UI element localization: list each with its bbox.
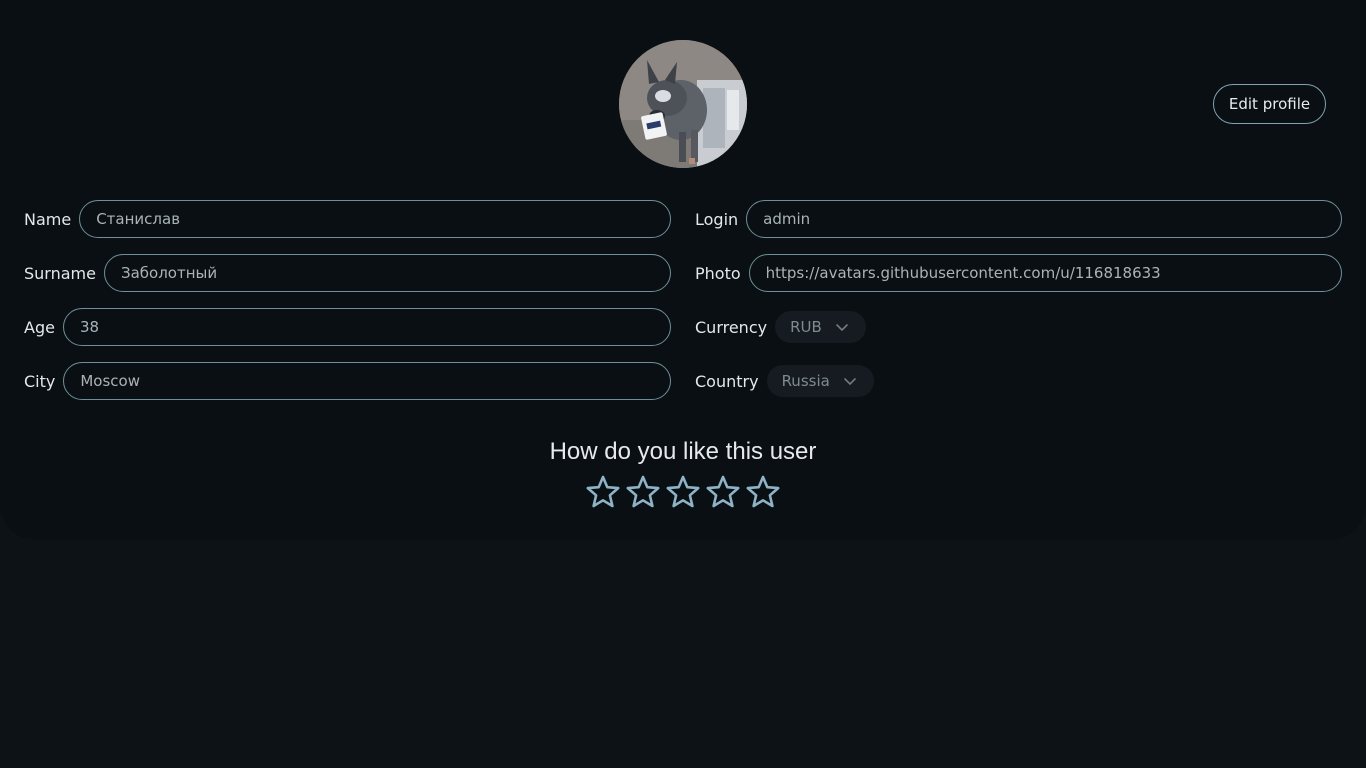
photo-label: Photo [695, 263, 741, 283]
city-row: City [24, 362, 671, 400]
name-input[interactable] [79, 200, 671, 238]
surname-label: Surname [24, 263, 96, 283]
country-value: Russia [781, 372, 830, 390]
star-1-icon[interactable] [583, 474, 623, 510]
country-row: Country Russia [695, 362, 874, 400]
surname-input[interactable] [103, 254, 671, 292]
login-label: Login [695, 209, 739, 229]
country-label: Country [695, 371, 759, 391]
country-select[interactable]: Russia [766, 365, 874, 397]
city-input[interactable] [63, 362, 671, 400]
name-label: Name [24, 209, 72, 229]
currency-row: Currency RUB [695, 308, 866, 346]
rating-title: How do you like this user [549, 438, 817, 465]
avatar [619, 40, 747, 168]
profile-card: Edit profile Name Surname Age City Login… [0, 0, 1366, 540]
currency-value: RUB [790, 318, 822, 336]
name-row: Name [24, 200, 671, 238]
photo-row: Photo [695, 254, 1342, 292]
chevron-down-icon [835, 324, 848, 331]
currency-label: Currency [695, 317, 768, 337]
star-3-icon[interactable] [663, 474, 703, 510]
login-row: Login [695, 200, 1342, 238]
chevron-down-icon [844, 378, 856, 385]
age-label: Age [24, 317, 55, 337]
photo-input[interactable] [748, 254, 1342, 292]
star-2-icon[interactable] [623, 474, 663, 510]
avatar-photo [619, 40, 747, 168]
city-label: City [24, 371, 56, 391]
currency-select[interactable]: RUB [775, 311, 866, 343]
edit-profile-button[interactable]: Edit profile [1213, 84, 1326, 124]
age-row: Age [24, 308, 671, 346]
star-4-icon[interactable] [703, 474, 743, 510]
rating-stars [583, 474, 783, 510]
star-5-icon[interactable] [743, 474, 783, 510]
login-input[interactable] [746, 200, 1342, 238]
age-input[interactable] [62, 308, 671, 346]
surname-row: Surname [24, 254, 671, 292]
